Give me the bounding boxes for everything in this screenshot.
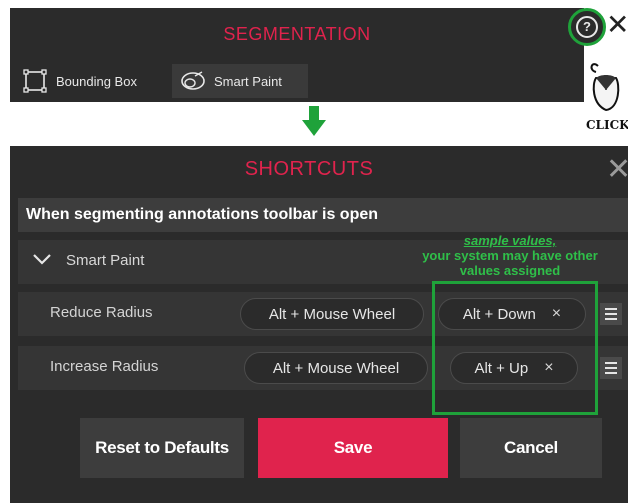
section-header: When segmenting annotations toolbar is o… bbox=[18, 198, 628, 232]
note-line-3: values assigned bbox=[459, 263, 561, 278]
smart-paint-tool-button[interactable]: Smart Paint bbox=[172, 64, 308, 98]
shortcut-menu-button[interactable] bbox=[600, 303, 622, 325]
bounding-box-tool-button[interactable]: Bounding Box bbox=[14, 64, 164, 98]
help-icon[interactable]: ? bbox=[576, 16, 598, 38]
down-arrow-icon bbox=[302, 106, 326, 136]
default-shortcut-value: Alt + Mouse Wheel bbox=[272, 359, 400, 377]
shortcuts-dialog: SHORTCUTS ✕ When segmenting annotations … bbox=[10, 146, 628, 503]
chevron-down-icon bbox=[33, 254, 51, 265]
sample-values-note: sample values, your system may have othe… bbox=[395, 233, 625, 278]
smart-paint-icon bbox=[181, 71, 205, 90]
reset-to-defaults-button[interactable]: Reset to Defaults bbox=[80, 418, 244, 478]
remove-shortcut-icon[interactable]: × bbox=[544, 359, 553, 377]
note-line-1: sample values, bbox=[463, 233, 557, 248]
save-button[interactable]: Save bbox=[258, 418, 448, 478]
cancel-button[interactable]: Cancel bbox=[460, 418, 602, 478]
segmentation-title: SEGMENTATION bbox=[223, 24, 371, 44]
group-label: Smart Paint bbox=[66, 252, 145, 269]
default-shortcut-chip[interactable]: Alt + Mouse Wheel bbox=[244, 352, 428, 384]
segmentation-panel: SEGMENTATION Bounding Box Smart Paint bbox=[10, 8, 584, 102]
custom-shortcut-value: Alt + Down bbox=[462, 305, 536, 323]
custom-shortcut-chip[interactable]: Alt + Up × bbox=[450, 352, 578, 384]
shortcut-name: Increase Radius bbox=[50, 358, 159, 375]
shortcut-menu-button[interactable] bbox=[600, 357, 622, 379]
bounding-box-label: Bounding Box bbox=[56, 73, 137, 89]
smart-paint-label: Smart Paint bbox=[214, 73, 282, 89]
custom-shortcut-chip[interactable]: Alt + Down × bbox=[438, 298, 586, 330]
shortcut-row-reduce-radius: Reduce Radius Alt + Mouse Wheel Alt + Do… bbox=[18, 292, 628, 336]
section-title: When segmenting annotations toolbar is o… bbox=[26, 206, 379, 223]
default-shortcut-chip[interactable]: Alt + Mouse Wheel bbox=[240, 298, 424, 330]
default-shortcut-value: Alt + Mouse Wheel bbox=[268, 305, 396, 323]
bounding-box-icon bbox=[23, 69, 47, 93]
click-label: CLICK bbox=[586, 118, 628, 132]
remove-shortcut-icon[interactable]: × bbox=[552, 305, 561, 323]
close-icon[interactable]: ✕ bbox=[606, 154, 628, 190]
close-icon[interactable]: ✕ bbox=[606, 10, 628, 44]
custom-shortcut-value: Alt + Up bbox=[474, 359, 529, 377]
note-line-2: your system may have other bbox=[422, 248, 598, 263]
shortcut-name: Reduce Radius bbox=[50, 304, 153, 321]
shortcut-row-increase-radius: Increase Radius Alt + Mouse Wheel Alt + … bbox=[18, 346, 628, 390]
shortcuts-title: SHORTCUTS bbox=[244, 158, 374, 180]
